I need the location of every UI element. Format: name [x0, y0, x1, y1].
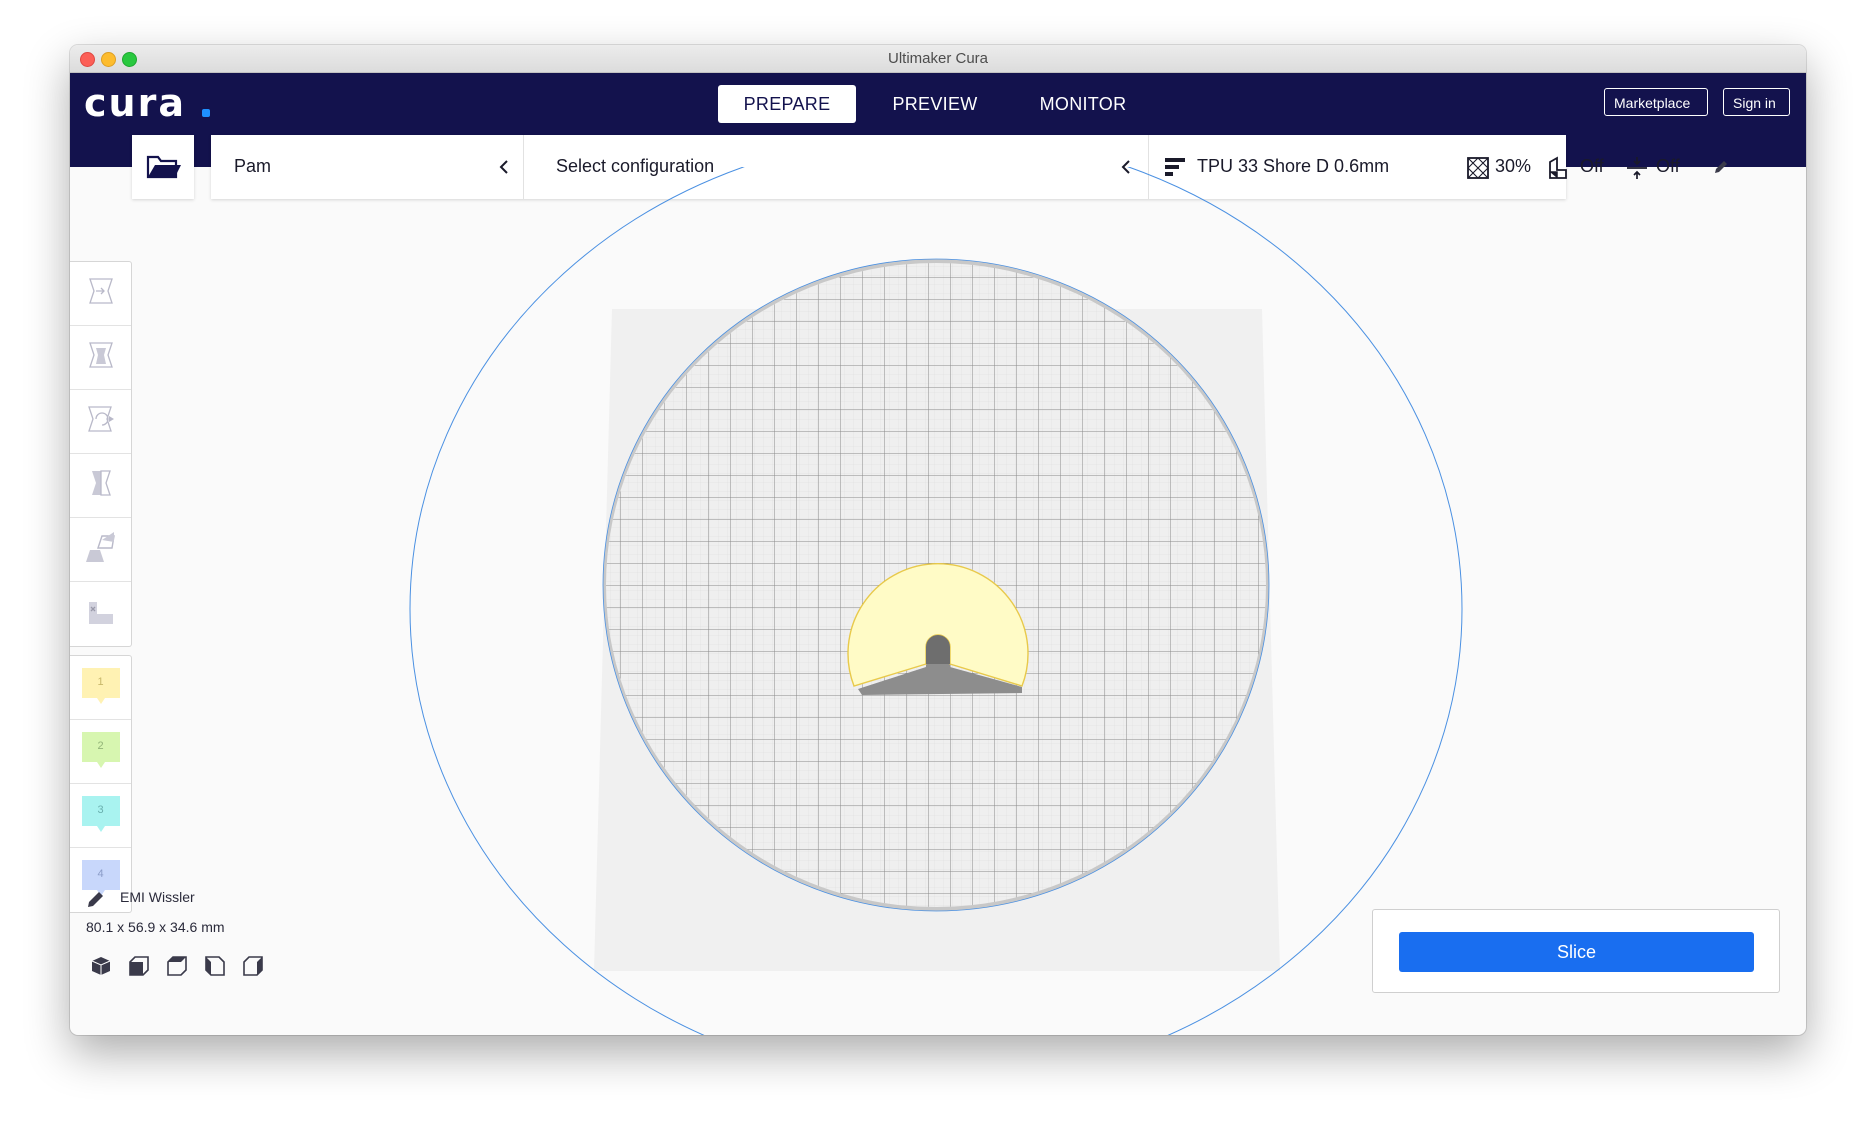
- tab-prepare[interactable]: PREPARE: [718, 85, 856, 123]
- right-view-cube-icon[interactable]: [242, 955, 280, 981]
- object-name: EMI Wissler: [120, 889, 195, 905]
- support-blocker-icon: [85, 596, 117, 633]
- top-view-cube-icon[interactable]: [166, 955, 204, 981]
- app-window: Ultimaker Cura cura PREPARE PREVIEW MONI…: [70, 45, 1806, 1035]
- minimize-window-button[interactable]: [101, 52, 116, 67]
- 3d-viewport[interactable]: 1 2 3 4 EMI Wissler 80.1 x 56.9 x 34.6 m…: [70, 167, 1806, 1035]
- svg-text:cura: cura: [84, 85, 186, 123]
- tools-toolbar: [70, 261, 132, 647]
- move-tool-button[interactable]: [70, 262, 131, 326]
- move-icon: [86, 276, 116, 311]
- marketplace-button[interactable]: Marketplace: [1604, 88, 1708, 116]
- extruder-1-icon: 1: [81, 667, 120, 708]
- mirror-icon: [86, 468, 116, 503]
- 3d-view-cube-icon[interactable]: [90, 955, 128, 981]
- slice-button[interactable]: Slice: [1399, 932, 1754, 972]
- cura-logo: cura: [84, 81, 224, 128]
- tab-preview[interactable]: PREVIEW: [866, 85, 1004, 123]
- scale-icon: [86, 340, 116, 375]
- window-title: Ultimaker Cura: [887, 50, 989, 67]
- rotate-icon: [85, 404, 117, 439]
- per-model-settings-button[interactable]: [70, 518, 131, 582]
- view-orientation-controls: [90, 955, 280, 981]
- front-view-cube-icon[interactable]: [128, 955, 166, 981]
- mirror-tool-button[interactable]: [70, 454, 131, 518]
- per-model-settings-icon: [84, 530, 118, 569]
- maximize-window-button[interactable]: [122, 52, 137, 67]
- extruder-3-icon: 3: [81, 795, 120, 836]
- scale-tool-button[interactable]: [70, 326, 131, 390]
- object-dimensions: 80.1 x 56.9 x 34.6 mm: [86, 919, 225, 935]
- sign-in-button[interactable]: Sign in: [1723, 88, 1790, 116]
- extruder-3-button[interactable]: 3: [70, 784, 131, 848]
- rotate-tool-button[interactable]: [70, 390, 131, 454]
- left-view-cube-icon[interactable]: [204, 955, 242, 981]
- title-bar: Ultimaker Cura: [70, 45, 1806, 73]
- extruder-1-button[interactable]: 1: [70, 656, 131, 720]
- extruders-toolbar: 1 2 3 4: [70, 655, 132, 913]
- close-window-button[interactable]: [80, 52, 95, 67]
- tab-monitor[interactable]: MONITOR: [1014, 85, 1152, 123]
- support-blocker-button[interactable]: [70, 582, 131, 646]
- edit-name-pencil-icon[interactable]: [86, 889, 106, 914]
- extruder-2-icon: 2: [81, 731, 120, 772]
- extruder-2-button[interactable]: 2: [70, 720, 131, 784]
- slice-panel: Slice: [1372, 909, 1780, 993]
